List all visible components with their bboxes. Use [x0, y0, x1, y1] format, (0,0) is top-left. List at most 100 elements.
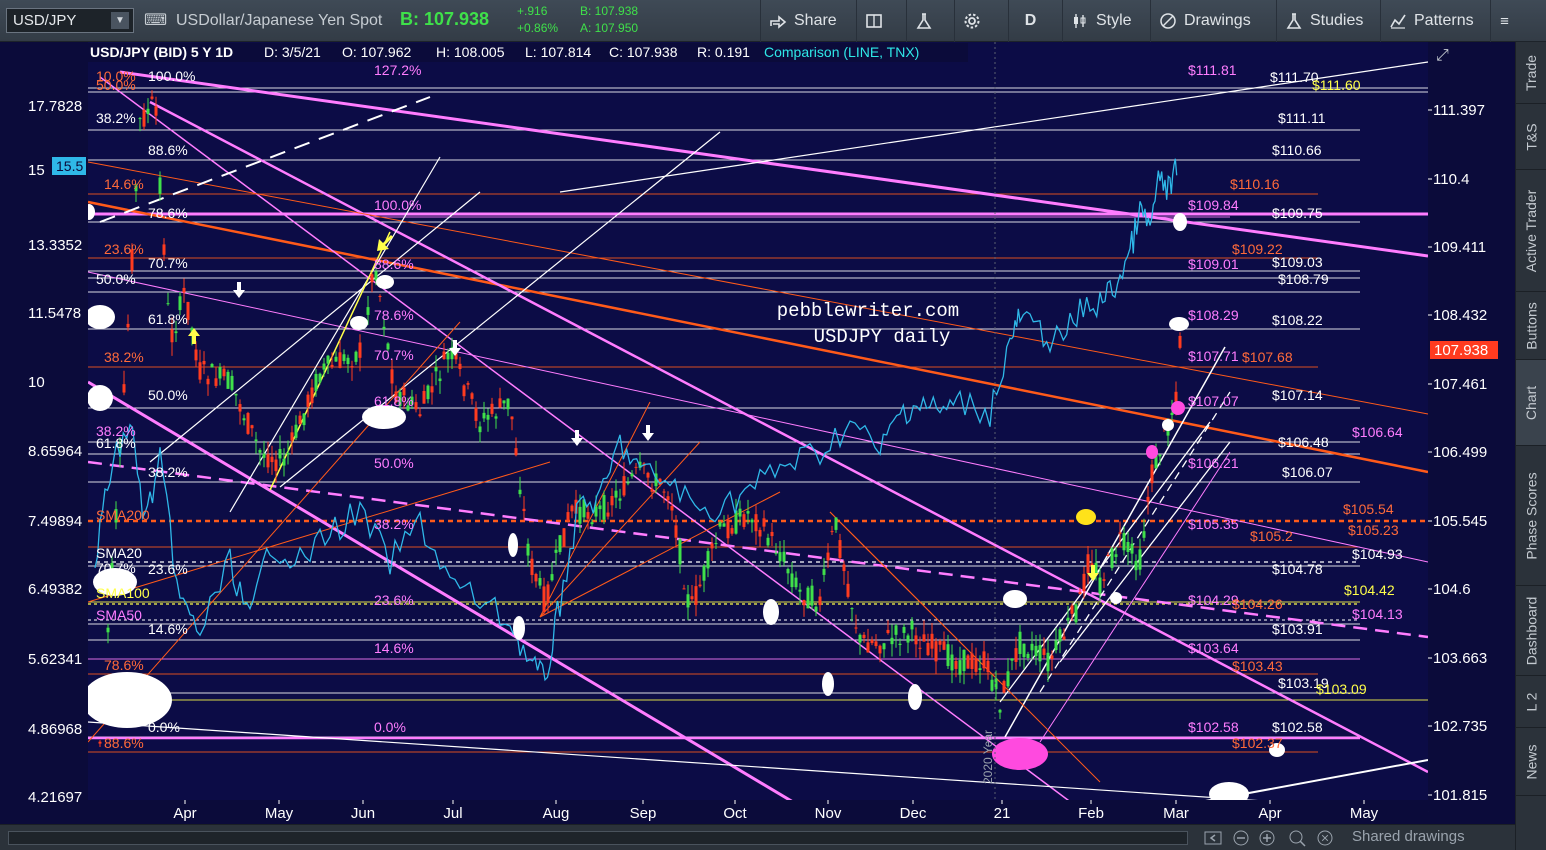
candle-body	[146, 108, 150, 115]
candle-body	[174, 331, 178, 334]
link-icon[interactable]: ⌨	[144, 10, 167, 30]
bottom-bar: Shared drawings	[0, 824, 1515, 850]
annotation-ellipse[interactable]	[87, 385, 113, 411]
patterns-button[interactable]: Patterns	[1380, 0, 1482, 42]
candle-body	[226, 371, 230, 389]
annotation-ellipse[interactable]	[1003, 590, 1027, 608]
annotation-ellipse[interactable]	[85, 305, 115, 329]
chart-canvas[interactable]: $111.81 $111.70$111.60$111.11$110.66$110.…	[0, 42, 1515, 824]
annotation-ellipse[interactable]	[1171, 401, 1185, 415]
candle-body	[182, 287, 186, 293]
candle-body	[1054, 640, 1058, 651]
price-level-label: $104.26	[1232, 596, 1283, 612]
fib-percent-label: 61.8%	[374, 393, 414, 409]
sidebar-tab-active-trader[interactable]: Active Trader	[1516, 170, 1546, 292]
annotation-ellipse[interactable]	[822, 672, 834, 696]
time-tick-label: Oct	[723, 805, 747, 822]
time-tick-label: Sep	[630, 805, 657, 822]
studies-button[interactable]: Studies	[1276, 0, 1371, 42]
share-button[interactable]: Share	[760, 0, 845, 42]
zoom-out-icon[interactable]	[1232, 829, 1250, 847]
flexible-grid-button[interactable]	[856, 0, 896, 42]
fib-percent-label: 88.6%	[374, 256, 414, 272]
period-label: D	[1024, 12, 1037, 29]
chevron-down-icon[interactable]: ▼	[111, 12, 129, 29]
sidebar-tab-phase-scores[interactable]: Phase Scores	[1516, 446, 1546, 586]
price-level-label: $105.35	[1188, 516, 1239, 532]
annotation-ellipse[interactable]	[763, 599, 779, 625]
candle-body	[930, 633, 934, 649]
annotation-ellipse[interactable]	[908, 684, 922, 710]
candle-body	[514, 448, 518, 456]
candle-body	[718, 522, 722, 527]
price-level-label: $107.71	[1188, 348, 1239, 364]
price-level-label: $106.48	[1278, 434, 1329, 450]
candle-body	[1118, 532, 1122, 534]
annotation-ellipse[interactable]	[1076, 509, 1096, 525]
sidebar-tab-dashboard[interactable]: Dashboard	[1516, 586, 1546, 676]
annotation-ellipse[interactable]	[376, 275, 394, 289]
left-tick-label: 5.62341	[28, 651, 82, 668]
sidebar-tab-buttons[interactable]: Buttons	[1516, 292, 1546, 360]
candle-body	[222, 368, 226, 377]
fib-percent-label: 88.6%	[148, 142, 188, 158]
right-price-axis[interactable]: 111.397 110.4 109.411 108.432 107.461 106.499…	[1428, 42, 1515, 804]
symbol-input[interactable]: USD/JPY ▼	[6, 8, 134, 33]
candle-body	[998, 709, 1002, 713]
annotation-ellipse[interactable]	[508, 533, 518, 557]
price-level-label: $110.16	[1230, 176, 1280, 192]
zoom-in-icon[interactable]	[1258, 829, 1276, 847]
comparison-label[interactable]: Comparison (LINE, TNX)	[764, 44, 919, 60]
annotation-ellipse[interactable]	[513, 616, 525, 640]
settings-button[interactable]	[954, 0, 998, 42]
shared-drawings-link[interactable]: Shared drawings	[1352, 828, 1465, 845]
time-tick-label: Mar	[1163, 805, 1189, 822]
time-scrollbar[interactable]	[8, 831, 1188, 845]
candle-body	[382, 326, 386, 329]
candle-body	[378, 295, 382, 297]
studies-lab-button[interactable]	[906, 0, 950, 42]
chart-menu-button[interactable]	[1490, 0, 1518, 42]
annotation-ellipse[interactable]	[992, 738, 1048, 770]
fib-percent-label: 10.0%	[96, 68, 136, 84]
annotation-ellipse[interactable]	[1110, 592, 1122, 604]
zoom-box-icon[interactable]	[1288, 829, 1306, 847]
sidebar-tab-chart[interactable]: Chart	[1516, 360, 1546, 446]
candle-body	[306, 394, 310, 407]
sidebar-tab-trade[interactable]: Trade	[1516, 42, 1546, 104]
price-level-label: $104.13	[1352, 606, 1403, 622]
candle-body	[846, 583, 850, 597]
annotation-ellipse[interactable]	[350, 316, 368, 330]
annotation-ellipse[interactable]	[1169, 317, 1189, 331]
candle-body	[430, 386, 434, 393]
sidebar-tab-t-s[interactable]: T&S	[1516, 104, 1546, 170]
style-button[interactable]: Style	[1062, 0, 1140, 42]
candle-body	[626, 482, 630, 484]
annotation-ellipse[interactable]	[1173, 213, 1187, 231]
drawings-button[interactable]: Drawings	[1150, 0, 1259, 42]
candle-body	[782, 551, 786, 562]
price-level-label: $111.60	[1312, 77, 1361, 93]
sidebar-tab-l-2[interactable]: L 2	[1516, 676, 1546, 728]
reset-zoom-icon[interactable]	[1316, 829, 1334, 847]
aggregation-period-button[interactable]: D	[1008, 0, 1052, 42]
fib-percent-label: 0.0%	[148, 719, 180, 735]
sidebar-tab-news[interactable]: News	[1516, 728, 1546, 796]
candle-body	[138, 118, 142, 120]
fib-percent-label: 100.0%	[374, 197, 421, 213]
candle-body	[694, 586, 698, 605]
price-level-label: $102.58	[1272, 719, 1323, 735]
price-level-label: $107.68	[1242, 349, 1293, 365]
collapse-icon[interactable]: ⤢	[1436, 47, 1449, 64]
candle-body	[170, 329, 174, 343]
candle-body	[162, 244, 166, 255]
time-tick-label: Jul	[443, 805, 462, 822]
price-chart[interactable]: $111.81 $111.70 $111.60 $111.11 $110.66 $110.…	[0, 42, 1515, 824]
annotation-ellipse[interactable]	[1146, 445, 1158, 459]
candle-body	[750, 519, 754, 523]
annotation-ellipse[interactable]	[1162, 419, 1174, 431]
candle-body	[326, 355, 330, 364]
scroll-left-icon[interactable]	[1204, 829, 1222, 847]
candle-body	[1102, 579, 1106, 581]
candle-body	[1138, 549, 1142, 570]
